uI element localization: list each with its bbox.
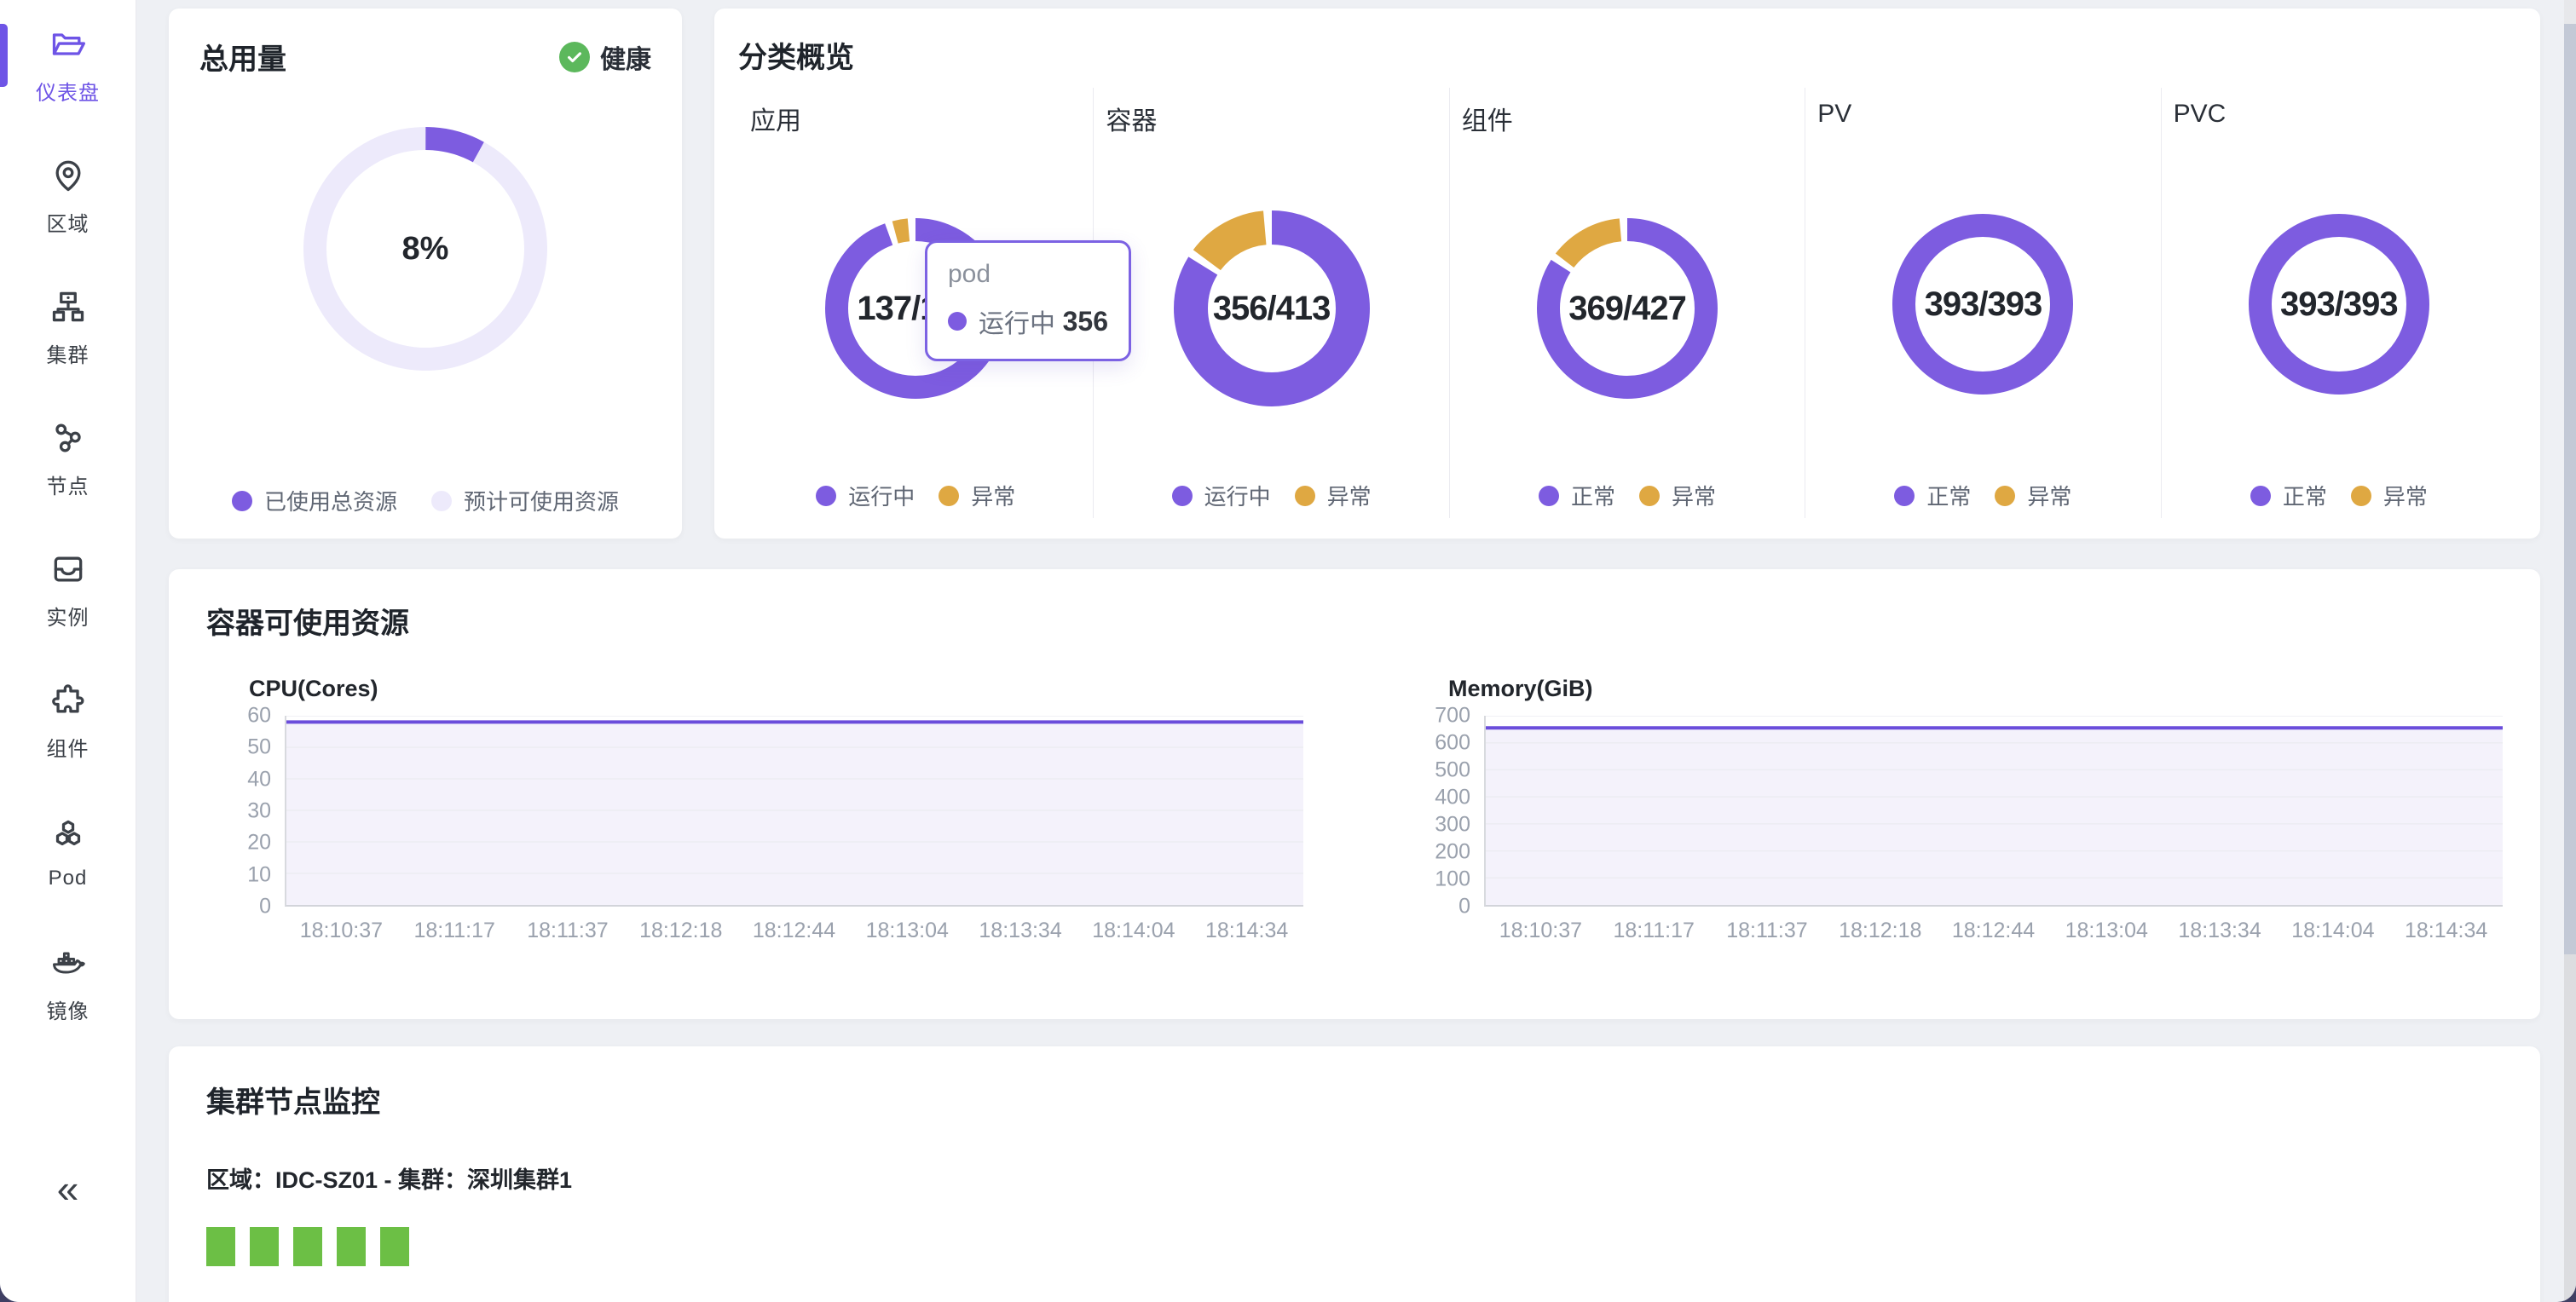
health-status-badge: 健康 xyxy=(559,38,651,76)
legend-abnormal[interactable]: 异常 xyxy=(2351,480,2428,511)
legend-abnormal[interactable]: 异常 xyxy=(1639,480,1716,511)
legend-dot xyxy=(1172,486,1193,506)
cluster-monitor-card: 集群节点监控 区域：IDC-SZ01 - 集群：深圳集群1 xyxy=(169,1046,2540,1302)
health-status-label: 健康 xyxy=(600,38,651,76)
legend-abnormal[interactable]: 异常 xyxy=(939,480,1015,511)
total-usage-donut[interactable]: 8% xyxy=(303,127,547,371)
cluster-region-label: 区域：IDC-SZ01 - 集群：深圳集群1 xyxy=(206,1161,2503,1195)
nodes-icon xyxy=(49,419,87,461)
legend-dot xyxy=(2250,486,2271,506)
docker-whale-icon xyxy=(49,944,87,986)
app-window: 仪表盘 区域 集群 xyxy=(0,0,2576,1302)
total-usage-percent: 8% xyxy=(303,127,547,371)
cpu-chart-title: CPU(Cores) xyxy=(249,676,1303,702)
node-square[interactable] xyxy=(206,1227,235,1266)
memory-x-axis: 18:10:3718:11:1718:11:3718:12:1818:12:44… xyxy=(1484,919,2503,943)
legend-used-resources[interactable]: 已使用总资源 xyxy=(232,485,397,516)
category-column-pvc: PVC 393/393 正常 xyxy=(2161,88,2516,518)
legend-dot xyxy=(1639,486,1660,506)
sidebar-item-region[interactable]: 区域 xyxy=(0,131,136,262)
legend-running[interactable]: 运行中 xyxy=(1172,480,1271,511)
memory-chart-title: Memory(GiB) xyxy=(1448,676,2503,702)
sidebar-item-label: 实例 xyxy=(47,601,90,631)
sidebar-item-label: 镜像 xyxy=(47,994,90,1024)
component-donut[interactable]: 369/427 xyxy=(1537,218,1718,399)
cluster-monitor-title: 集群节点监控 xyxy=(206,1079,2503,1121)
sidebar-item-label: 节点 xyxy=(47,470,90,499)
chart-tooltip: pod 运行中 356 xyxy=(925,240,1131,361)
container-resources-title: 容器可使用资源 xyxy=(206,600,2503,642)
memory-chart: Memory(GiB) 0100200300400500600700 18:10… xyxy=(1406,676,2503,943)
legend-dot xyxy=(1894,486,1915,506)
category-column-pv: PV 393/393 正常 xyxy=(1805,88,2160,518)
legend-dot xyxy=(232,491,252,511)
scrollbar-thumb[interactable] xyxy=(2564,24,2576,954)
sidebar-item-label: 区域 xyxy=(47,207,90,237)
node-square[interactable] xyxy=(250,1227,279,1266)
category-column-container: 容器 356/413 运行中 xyxy=(1093,88,1448,518)
category-column-component: 组件 369/427 正常 xyxy=(1449,88,1805,518)
memory-plot-area[interactable] xyxy=(1484,716,2503,907)
legend-dot xyxy=(1539,486,1559,506)
sidebar-item-node[interactable]: 节点 xyxy=(0,394,136,525)
cpu-plot-area[interactable] xyxy=(285,716,1303,907)
legend-dot xyxy=(1995,486,2015,506)
legend-dot xyxy=(1295,486,1315,506)
legend-dot xyxy=(431,491,452,511)
memory-y-axis: 0100200300400500600700 xyxy=(1406,716,1484,907)
legend-abnormal[interactable]: 异常 xyxy=(1995,480,2071,511)
sidebar-item-label: 组件 xyxy=(47,732,90,762)
sidebar-item-label: 仪表盘 xyxy=(36,76,100,106)
cpu-x-axis: 18:10:3718:11:1718:11:3718:12:1818:12:44… xyxy=(285,919,1303,943)
inbox-icon xyxy=(49,550,87,592)
cpu-y-axis: 0102030405060 xyxy=(206,716,285,907)
cpu-chart: CPU(Cores) 0102030405060 18:10:3718:11:1… xyxy=(206,676,1303,943)
check-circle-icon xyxy=(559,42,590,72)
legend-dot xyxy=(2351,486,2371,506)
total-usage-title: 总用量 xyxy=(199,36,286,78)
sidebar-collapse-button[interactable]: « xyxy=(57,1169,79,1208)
node-square[interactable] xyxy=(337,1227,366,1266)
tooltip-series-label: 运行中 xyxy=(979,302,1055,340)
sidebar-item-instance[interactable]: 实例 xyxy=(0,525,136,656)
dashboard-folder-icon xyxy=(49,26,87,67)
legend-normal[interactable]: 正常 xyxy=(2250,480,2327,511)
sidebar-item-label: 集群 xyxy=(47,338,90,368)
hexagons-icon xyxy=(49,816,87,858)
sidebar-item-label: Pod xyxy=(49,867,88,890)
map-pin-icon xyxy=(49,157,87,199)
sidebar: 仪表盘 区域 集群 xyxy=(0,0,136,1302)
node-square[interactable] xyxy=(293,1227,322,1266)
legend-abnormal[interactable]: 异常 xyxy=(1295,480,1372,511)
pvc-donut[interactable]: 393/393 xyxy=(2249,214,2429,395)
sidebar-item-component[interactable]: 组件 xyxy=(0,656,136,787)
category-overview-title: 分类概览 xyxy=(738,34,2516,76)
sidebar-item-cluster[interactable]: 集群 xyxy=(0,262,136,394)
sidebar-item-pod[interactable]: Pod xyxy=(0,787,136,919)
vertical-scrollbar[interactable] xyxy=(2564,0,2576,1302)
legend-normal[interactable]: 正常 xyxy=(1539,480,1615,511)
legend-dot xyxy=(939,486,959,506)
total-usage-card: 总用量 健康 8% 已使用总资源 xyxy=(169,9,682,539)
pv-donut[interactable]: 393/393 xyxy=(1892,214,2073,395)
main-content: 总用量 健康 8% 已使用总资源 xyxy=(136,0,2576,1302)
legend-dot xyxy=(816,486,836,506)
legend-normal[interactable]: 正常 xyxy=(1894,480,1971,511)
category-overview-card: 分类概览 应用 137/141 运行中 xyxy=(714,9,2540,539)
cluster-icon xyxy=(49,288,87,330)
tooltip-series-value: 356 xyxy=(1063,306,1108,337)
node-square[interactable] xyxy=(380,1227,409,1266)
tooltip-title: pod xyxy=(948,260,1108,289)
tooltip-series-dot xyxy=(948,312,967,331)
sidebar-item-dashboard[interactable]: 仪表盘 xyxy=(0,0,136,131)
node-squares xyxy=(206,1227,2503,1266)
container-donut[interactable]: 356/413 xyxy=(1174,210,1370,406)
sidebar-item-image[interactable]: 镜像 xyxy=(0,919,136,1050)
legend-running[interactable]: 运行中 xyxy=(816,480,915,511)
puzzle-icon xyxy=(49,682,87,723)
container-resources-card: 容器可使用资源 CPU(Cores) 0102030405060 18:10:3… xyxy=(169,569,2540,1019)
legend-estimated-resources[interactable]: 预计可使用资源 xyxy=(431,485,619,516)
scrollbar-track-lower xyxy=(2564,954,2576,1302)
active-indicator xyxy=(0,24,8,87)
